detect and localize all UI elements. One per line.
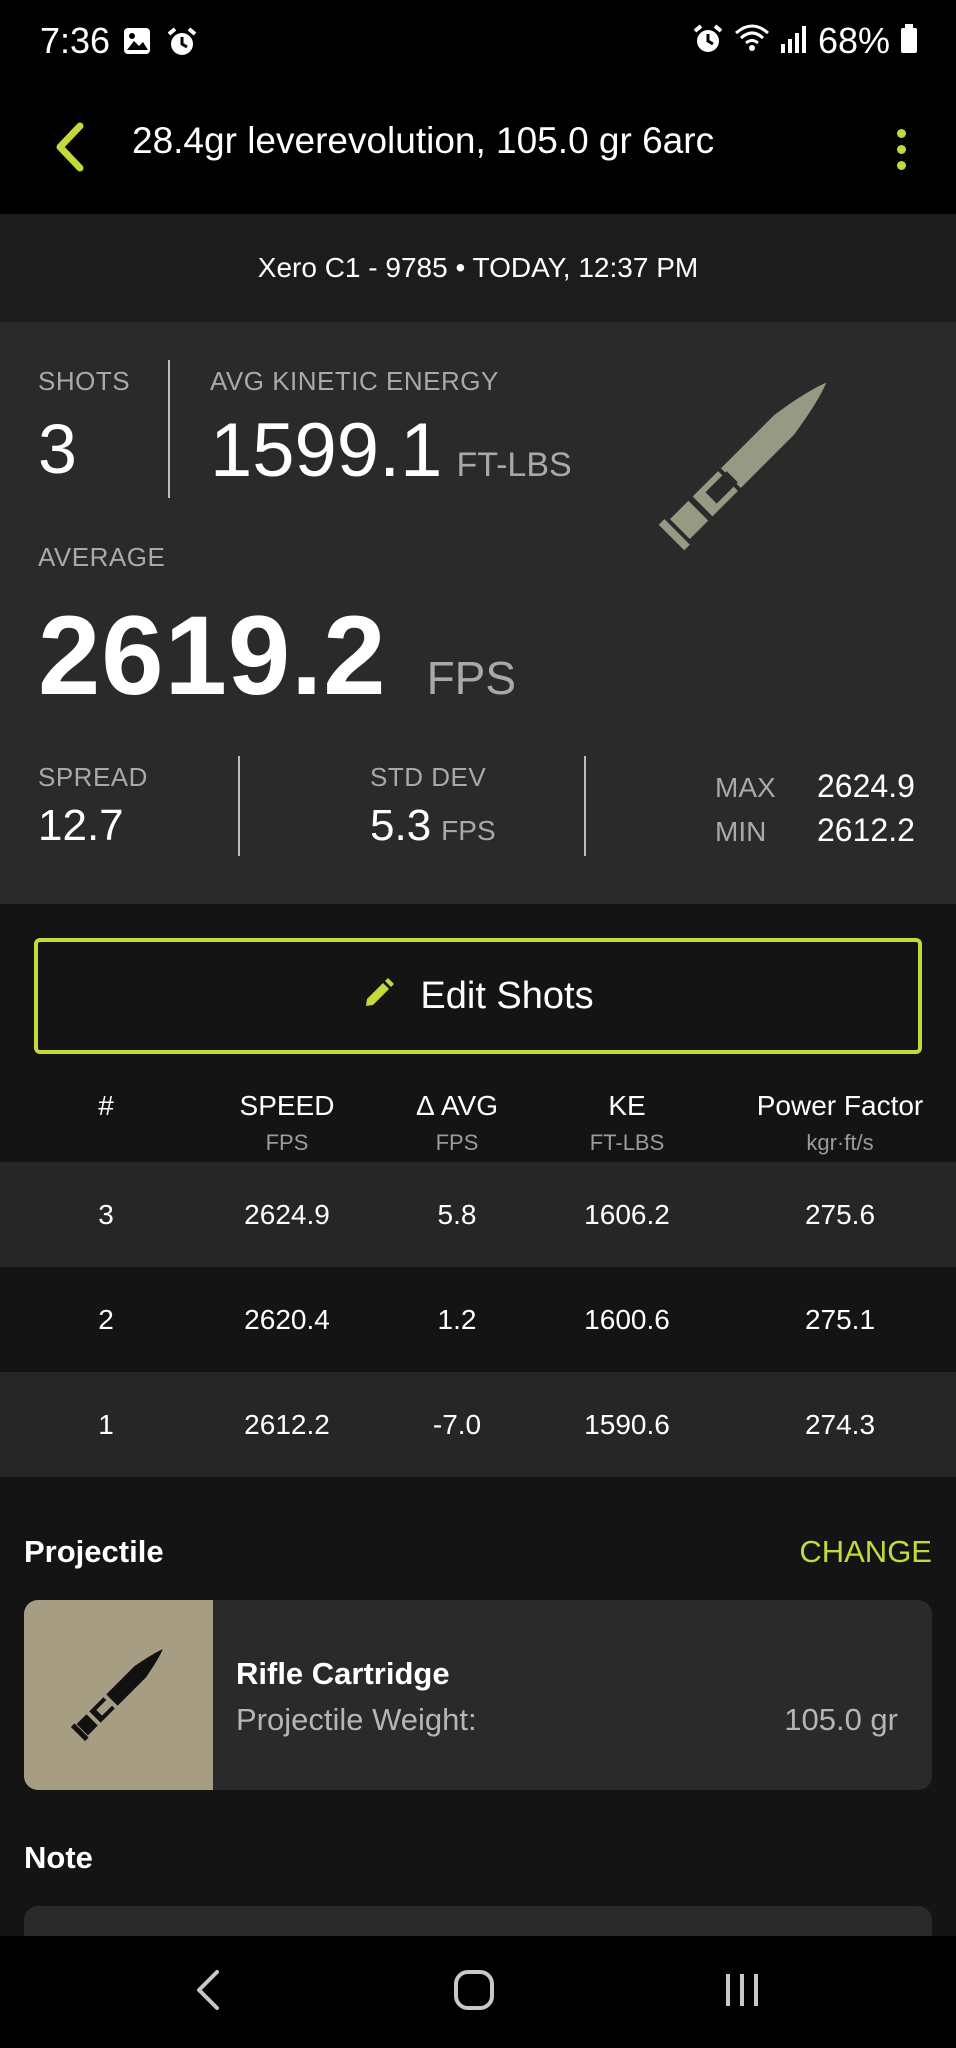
ke-label: AVG KINETIC ENERGY [210,366,499,396]
stddev-label: STD DEV [370,762,487,792]
table-row[interactable]: 3 2624.9 5.8 1606.2 275.6 [0,1162,956,1267]
projectile-weight-label: Projectile Weight: [236,1702,477,1737]
shot-number: 3 [98,1199,114,1230]
shot-power-factor: 274.3 [804,1409,876,1440]
max-label: MAX [715,772,776,803]
alarm-icon [692,23,724,60]
more-vert-icon [896,128,906,138]
max-value: 2624.9 [817,768,915,804]
spread-stat: SPREAD 12.7 [38,762,148,851]
projectile-card[interactable]: Rifle Cartridge Projectile Weight: 105.0… [24,1600,932,1790]
nav-home-button[interactable] [434,1954,514,2030]
ke-unit: FT-LBS [456,446,572,484]
alarm-icon [166,26,198,63]
page-title: 28.4gr leverevolution, 105.0 gr 6arc [132,120,715,161]
divider [238,756,240,856]
bullet-icon [64,1638,174,1753]
nav-back-icon [193,1968,223,2017]
kinetic-energy-stat: AVG KINETIC ENERGY 1599.1 FT-LBS [210,366,572,494]
ke-value: 1599.1 [210,408,443,493]
average-value: 2619.2 [38,593,387,718]
average-label: AVERAGE [38,542,166,572]
edit-shots-label: Edit Shots [420,974,594,1017]
stddev-unit: FPS [441,815,496,846]
table-row[interactable]: 1 2612.2 -7.0 1590.6 274.3 [0,1372,956,1477]
column-header: KE FT-LBS [589,1090,665,1155]
wifi-icon [734,23,770,60]
min-label: MIN [715,816,767,847]
table-row[interactable]: 2 2620.4 1.2 1600.6 275.1 [0,1267,956,1372]
shots-label: SHOTS [38,366,131,396]
shot-delta-avg: 5.8 [437,1199,477,1230]
shot-speed: 2612.2 [244,1409,330,1440]
shot-number: 2 [98,1304,114,1335]
shot-ke: 1590.6 [584,1409,670,1440]
signal-icon [780,24,808,59]
battery-percentage: 68% [817,20,890,61]
average-stat: AVERAGE 2619.2 FPS [38,542,516,720]
shot-speed: 2624.9 [244,1199,330,1230]
divider [584,756,586,856]
shot-power-factor: 275.1 [804,1304,876,1335]
shots-value: 3 [38,410,77,488]
shots-stat: SHOTS 3 [38,366,130,489]
status-time: 7:36 [40,20,111,61]
projectile-weight-value: 105.0 gr [784,1702,898,1737]
system-nav-bar [0,1936,956,2048]
column-header: Power Factor kgr·ft/s [756,1090,924,1155]
stddev-value: 5.3 [370,801,432,850]
bullet-icon [650,374,840,554]
note-heading: Note [24,1840,93,1875]
divider [168,360,170,498]
pencil-icon [362,977,395,1015]
back-arrow-icon [52,122,86,177]
session-info: Xero C1 - 9785 • TODAY, 12:37 PM [0,214,956,322]
spread-value: 12.7 [38,801,124,850]
stddev-stat: STD DEV 5.3 FPS [370,762,496,851]
nav-recents-icon [722,1970,762,2015]
shot-speed: 2620.4 [244,1304,330,1335]
table-header: # SPEED FPS Δ AVG FPS KE FT-LBS Power Fa… [0,1090,956,1162]
column-header: Δ AVG FPS [416,1090,498,1155]
column-header: SPEED FPS [239,1090,335,1155]
edit-shots-button[interactable]: Edit Shots [34,938,922,1054]
projectile-thumbnail [24,1600,213,1790]
status-right: 68% [692,20,918,62]
shots-table: 3 2624.9 5.8 1606.2 275.6 2 2620.4 1.2 1… [0,1162,956,1477]
status-bar: 7:36 68% [0,0,956,84]
min-max-stat: MAX 2624.9 MIN 2612.2 [715,768,915,856]
projectile-name: Rifle Cartridge [236,1656,450,1691]
nav-home-icon [453,1969,495,2016]
average-unit: FPS [426,652,517,704]
image-icon [122,26,152,63]
battery-icon [900,23,918,59]
nav-recents-button[interactable] [702,1954,782,2030]
shot-delta-avg: 1.2 [437,1304,477,1335]
shot-ke: 1600.6 [584,1304,670,1335]
nav-back-button[interactable] [168,1954,248,2030]
back-button[interactable] [44,114,94,184]
shot-delta-avg: -7.0 [432,1409,482,1440]
summary-panel: SHOTS 3 AVG KINETIC ENERGY 1599.1 FT-LBS… [0,322,956,904]
min-value: 2612.2 [817,812,915,848]
shot-number: 1 [98,1409,114,1440]
change-projectile-button[interactable]: CHANGE [799,1534,932,1570]
shot-ke: 1606.2 [584,1199,670,1230]
more-options-button[interactable] [886,114,916,184]
status-left-icons [122,26,198,63]
projectile-heading: Projectile [24,1534,164,1569]
shot-power-factor: 275.6 [804,1199,876,1230]
spread-label: SPREAD [38,762,148,792]
app-bar: 28.4gr leverevolution, 105.0 gr 6arc [0,84,956,214]
column-header: # [98,1090,114,1121]
